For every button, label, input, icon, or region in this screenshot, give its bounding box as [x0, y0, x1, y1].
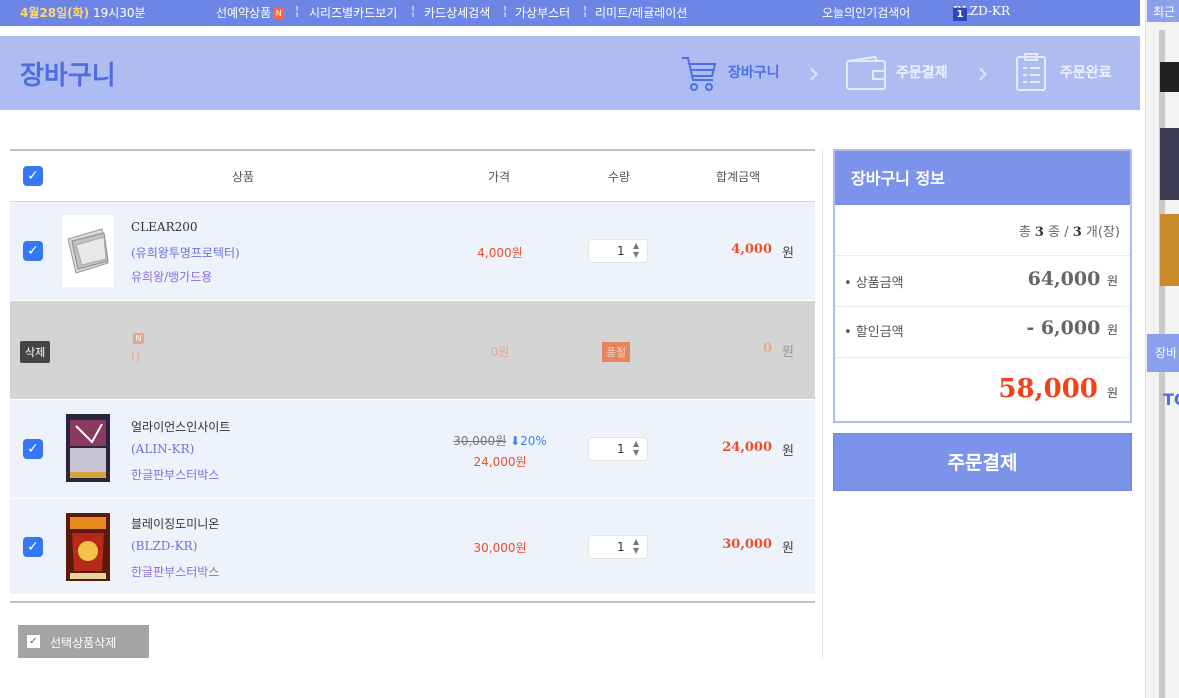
product-category: 유희왕/뱅가드용	[131, 270, 213, 284]
side-top-button[interactable]: TO	[1163, 390, 1179, 409]
nav-separator: ¦	[503, 4, 508, 18]
product-name[interactable]: 블레이징도미니온	[131, 515, 219, 532]
row-checkbox[interactable]: ✓	[23, 439, 43, 459]
quantity-stepper[interactable]: 1 ▲ ▼	[588, 239, 648, 263]
row-total: 30,000	[722, 537, 772, 552]
table-row: ✓ 블레이징도미니온 (BLZD-KR) 한글판부스터박스 30,000원 1 …	[10, 499, 815, 595]
original-price: 30,000원 ⬇20%	[453, 434, 547, 448]
unit-price: 24,000원	[473, 455, 527, 469]
divider	[822, 150, 823, 658]
nav-link-virtual-booster[interactable]: 가상부스터	[515, 4, 570, 21]
recent-items-tab[interactable]: 최근	[1147, 0, 1179, 22]
currency-unit: 원	[782, 444, 794, 459]
col-qty: 수량	[608, 170, 631, 184]
table-footer-line	[10, 595, 815, 603]
goods-amount-value: 64,000 원	[1027, 268, 1118, 290]
chevron-right-icon: ›	[977, 56, 989, 91]
discount-amount-value: - 6,000 원	[1026, 317, 1118, 339]
row-total: 0	[762, 341, 772, 356]
sold-out-badge: 품절	[602, 342, 631, 362]
item-count: 총 3 종 / 3 개(장)	[1018, 225, 1120, 240]
chevron-right-icon: ›	[808, 56, 820, 91]
delete-selected-button[interactable]: ✓ 선택상품삭제	[18, 625, 149, 658]
quantity-stepper[interactable]: 1 ▲ ▼	[588, 437, 648, 461]
rank-number: 1	[953, 8, 967, 21]
col-price: 가격	[488, 170, 511, 184]
spinner-arrows-icon[interactable]: ▲ ▼	[633, 439, 639, 457]
product-name[interactable]: 얼라이언스인사이트	[131, 418, 230, 435]
summary-title: 장바구니 정보	[835, 151, 1130, 205]
product-code: (BLZD-KR)	[131, 539, 198, 553]
side-product-thumbnail[interactable]	[1160, 214, 1179, 286]
discount-amount-label: • 할인금액	[844, 325, 904, 340]
product-code: (ALIN-KR)	[131, 442, 195, 456]
unit-price: 4,000원	[477, 246, 523, 260]
col-total: 합계금액	[716, 170, 761, 184]
goods-amount-label: • 상품금액	[844, 276, 904, 291]
popular-search-term[interactable]: 1 BLZD-KR	[953, 4, 1010, 21]
side-cart-button[interactable]: 장바	[1147, 334, 1179, 372]
row-total: 24,000	[722, 440, 772, 455]
nav-separator: ¦	[583, 4, 588, 18]
product-thumbnail[interactable]	[62, 511, 114, 583]
currency-unit: 원	[782, 246, 794, 261]
table-row: 삭제 N () 0원 품절 0 원	[10, 301, 815, 400]
quantity-stepper[interactable]: 1 ▲ ▼	[588, 535, 648, 559]
select-all-checkbox[interactable]: ✓	[23, 166, 43, 186]
delete-button[interactable]: 삭제	[20, 341, 51, 363]
spinner-arrows-icon[interactable]: ▲ ▼	[633, 241, 639, 259]
product-thumbnail[interactable]	[62, 215, 114, 287]
nav-link-limit-regulation[interactable]: 리미트/레귤레이션	[595, 4, 687, 21]
final-amount-value: 58,000 원	[998, 374, 1118, 404]
clipboard-icon	[1016, 53, 1046, 91]
product-code: ()	[131, 349, 141, 363]
table-row: ✓ CLEAR200 (유희왕투명프로텍터) 유희왕/뱅가드용 4,000원 1…	[10, 202, 815, 301]
product-code: (유희왕투명프로텍터)	[131, 246, 240, 260]
product-category: 한글판부스터박스	[131, 565, 220, 579]
final-amount-row: 58,000 원	[835, 358, 1130, 422]
side-thumbnail[interactable]	[1160, 62, 1179, 92]
nav-separator: ¦	[295, 4, 300, 18]
cart-icon	[682, 57, 717, 91]
top-bar: 4월28일(화) 19시30분 선예약상품 N ¦ 시리즈별카드보기 ¦ 카드상세…	[0, 0, 1140, 26]
currency-unit: 원	[782, 541, 794, 556]
table-row: ✓ 얼라이언스인사이트 (ALIN-KR) 한글판부스터박스 30,000원 ⬇…	[10, 400, 815, 499]
row-total: 4,000	[731, 242, 772, 257]
cart-header-band	[0, 36, 1140, 110]
row-checkbox[interactable]: ✓	[23, 537, 43, 557]
table-header: ✓ 상품 가격 수량 합계금액	[10, 149, 815, 202]
spinner-arrows-icon[interactable]: ▲ ▼	[633, 537, 639, 555]
unit-price: 0원	[490, 345, 510, 359]
col-product: 상품	[232, 170, 255, 184]
step-complete: 주문완료	[1060, 65, 1112, 81]
nav-separator: ¦	[411, 4, 416, 18]
new-badge: N	[133, 333, 144, 344]
page-title: 장바구니	[20, 61, 116, 91]
checkout-button[interactable]: 주문결제	[833, 433, 1132, 491]
side-product-thumbnail[interactable]	[1160, 128, 1179, 200]
summary-count-row: 총 3 종 / 3 개(장)	[835, 205, 1130, 256]
popular-search-label: 오늘의인기검색어	[822, 6, 911, 20]
product-category: 한글판부스터박스	[131, 468, 220, 482]
nav-link-preorder[interactable]: 선예약상품 N	[216, 4, 285, 21]
cart-table: ✓ 상품 가격 수량 합계금액 ✓ CLEAR200 (유희왕투명프로텍터) 유…	[10, 149, 815, 603]
goods-amount-row: • 상품금액 64,000 원	[835, 256, 1130, 307]
currency-unit: 원	[782, 345, 794, 360]
nav-link-series[interactable]: 시리즈별카드보기	[309, 4, 397, 21]
checkbox-icon: ✓	[27, 635, 40, 648]
date-time: 4월28일(화) 19시30분	[20, 6, 146, 20]
cart-summary-box: 장바구니 정보 총 3 종 / 3 개(장) • 상품금액 64,000 원 •…	[833, 149, 1132, 423]
wallet-icon	[846, 55, 886, 90]
step-checkout: 주문결제	[896, 65, 948, 81]
discount-rate: ⬇20%	[510, 434, 547, 448]
product-thumbnail[interactable]	[62, 412, 114, 484]
nav-link-card-search[interactable]: 카드상세검색	[424, 4, 490, 21]
discount-amount-row: • 할인금액 - 6,000 원	[835, 307, 1130, 358]
product-name[interactable]: CLEAR200	[131, 220, 198, 234]
new-badge: N	[273, 8, 285, 19]
unit-price: 30,000원	[473, 541, 527, 555]
step-cart: 장바구니	[728, 65, 780, 81]
row-checkbox[interactable]: ✓	[23, 241, 43, 261]
